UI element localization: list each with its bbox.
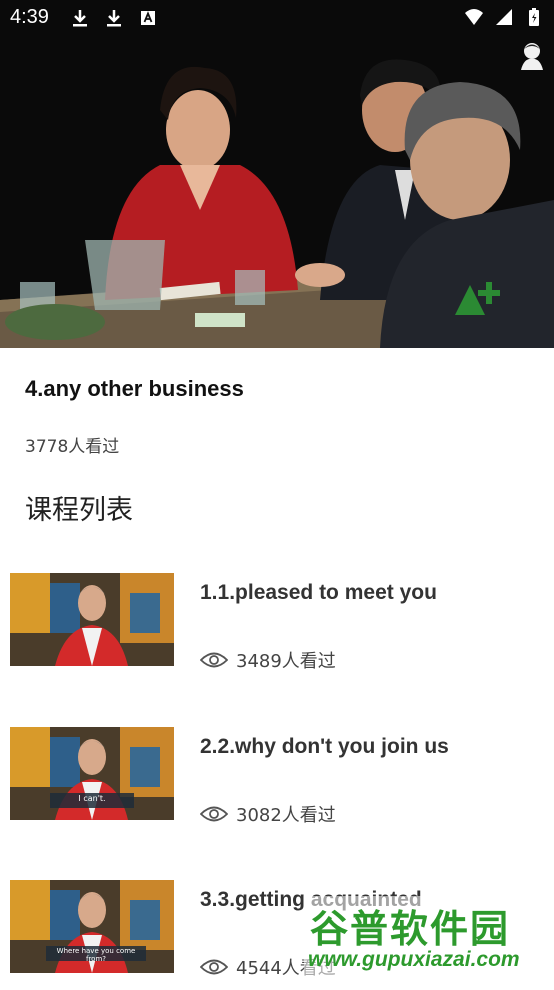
font-icon bbox=[141, 11, 155, 25]
thumbnail-caption: I can't. bbox=[78, 794, 106, 803]
status-time: 4:39 bbox=[10, 6, 49, 28]
course-thumbnail[interactable]: Where have you come from? bbox=[10, 880, 174, 973]
course-view-count: 3082人看过 bbox=[200, 801, 336, 827]
download-icon bbox=[73, 10, 87, 27]
course-thumbnail[interactable]: I can't. bbox=[10, 727, 174, 820]
wifi-icon bbox=[465, 9, 483, 25]
course-thumbnail[interactable] bbox=[10, 573, 174, 666]
user-avatar-icon[interactable] bbox=[518, 40, 546, 70]
course-title[interactable]: 1.1.pleased to meet you bbox=[200, 581, 437, 605]
thumbnail-caption: Where have you come from? bbox=[56, 947, 136, 963]
lesson-view-count: 3778人看过 bbox=[25, 437, 120, 457]
course-view-count: 3489人看过 bbox=[200, 647, 336, 673]
watermark: 谷普软件园 www.gupuxiazai.com bbox=[304, 896, 552, 982]
signal-icon bbox=[496, 9, 512, 25]
watermark-url: www.gupuxiazai.com bbox=[308, 948, 520, 971]
course-view-text: 3082人看过 bbox=[236, 805, 336, 826]
course-list-heading: 课程列表 bbox=[25, 495, 133, 526]
course-view-text: 3489人看过 bbox=[236, 651, 336, 672]
course-title[interactable]: 2.2.why don't you join us bbox=[200, 735, 449, 759]
eye-icon bbox=[200, 652, 228, 668]
list-item[interactable]: I can't. 2.2.why don't you join us 3082人… bbox=[10, 727, 554, 837]
battery-icon bbox=[529, 8, 539, 26]
download-icon bbox=[107, 10, 121, 27]
watermark-text: 谷普软件园 bbox=[310, 907, 511, 951]
lesson-title: 4.any other business bbox=[25, 376, 244, 401]
eye-icon bbox=[200, 806, 228, 822]
status-bar: 4:39 bbox=[0, 0, 554, 36]
video-frame bbox=[0, 0, 554, 348]
list-item[interactable]: 1.1.pleased to meet you 3489人看过 bbox=[10, 573, 554, 683]
video-player[interactable] bbox=[0, 0, 554, 348]
eye-icon bbox=[200, 959, 228, 975]
